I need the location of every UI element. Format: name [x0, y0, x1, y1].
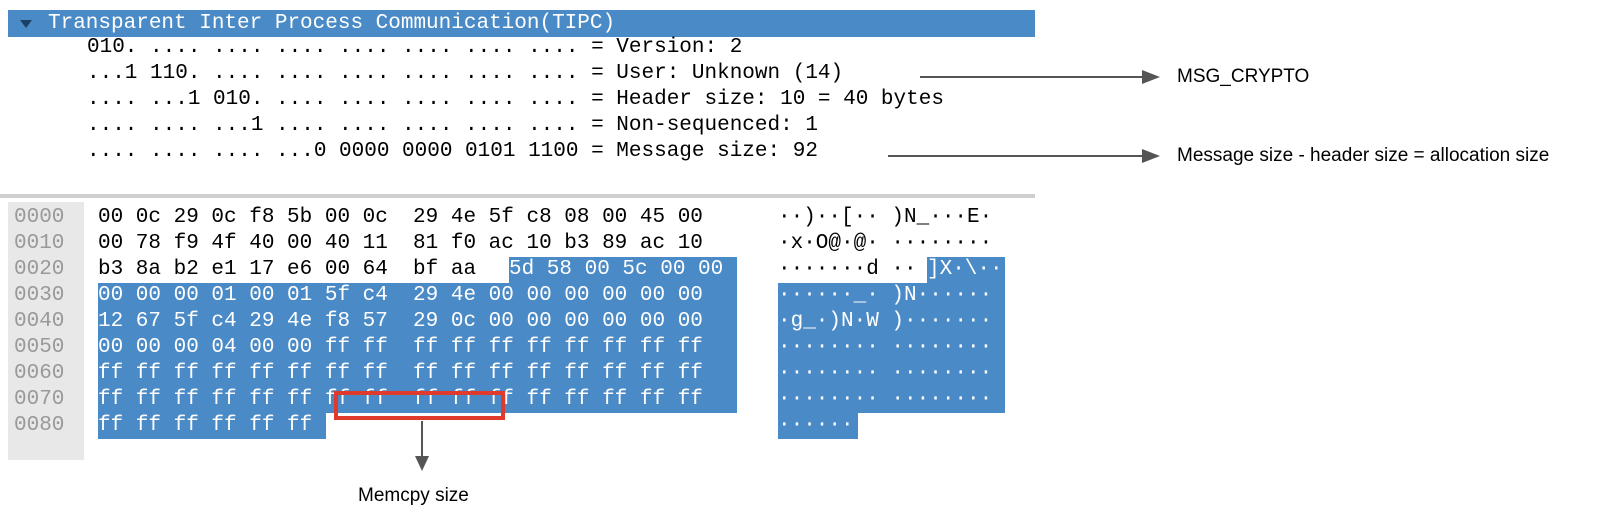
ascii-row-selected[interactable]: ········ ········ — [778, 387, 1005, 413]
ascii-row-selected[interactable]: ]X·\·· — [927, 257, 1005, 283]
user-arrow-line — [920, 76, 1144, 78]
offset-label: 0010 — [14, 232, 65, 255]
offset-label: 0000 — [14, 206, 65, 229]
field-header-size[interactable]: .... ...1 010. .... .... .... .... .... … — [87, 87, 944, 113]
annotation-msg-crypto: MSG_CRYPTO — [1177, 66, 1310, 87]
protocol-title: Transparent Inter Process Communication(… — [48, 12, 616, 35]
hex-row-selected[interactable]: ff ff ff ff ff ff — [98, 413, 326, 439]
message-size-arrow-head-icon — [1142, 149, 1160, 163]
ascii-row-selected[interactable]: ······ — [778, 413, 858, 439]
hex-row-selected[interactable]: 5d 58 00 5c 00 00 — [509, 257, 737, 283]
message-size-arrow-line — [888, 155, 1144, 157]
offset-label: 0030 — [14, 284, 65, 307]
offset-label: 0040 — [14, 310, 65, 333]
memcpy-arrow-line — [421, 421, 423, 459]
field-user[interactable]: ...1 110. .... .... .... .... .... .... … — [87, 61, 843, 87]
ascii-row-selected[interactable]: ········ ········ — [778, 335, 1005, 361]
field-message-size[interactable]: .... .... .... ...0 0000 0000 0101 1100 … — [87, 139, 818, 165]
hex-row-selected[interactable]: 00 00 00 04 00 00 ff ff ff ff ff ff ff f… — [98, 335, 737, 361]
user-arrow-head-icon — [1142, 70, 1160, 84]
ascii-row-selected[interactable]: ········ ········ — [778, 361, 1005, 387]
annotation-allocation-size: Message size - header size = allocation … — [1177, 145, 1550, 166]
protocol-tree-header[interactable]: Transparent Inter Process Communication(… — [8, 10, 1035, 37]
ascii-row-selected[interactable]: ······_· )N······ — [778, 283, 1005, 309]
offset-label: 0080 — [14, 414, 65, 437]
field-non-sequenced[interactable]: .... .... ...1 .... .... .... .... .... … — [87, 113, 818, 139]
ascii-row[interactable]: ·x·O@·@· ········ — [778, 231, 992, 257]
offset-label: 0050 — [14, 336, 65, 359]
ascii-row-selected[interactable]: ·g_·)N·W )······· — [778, 309, 1005, 335]
memcpy-highlight-box — [334, 391, 505, 420]
memcpy-arrow-head-icon — [415, 456, 429, 471]
field-version[interactable]: 010. .... .... .... .... .... .... .... … — [87, 35, 742, 61]
annotation-memcpy-size: Memcpy size — [358, 485, 469, 506]
hex-row[interactable]: 00 0c 29 0c f8 5b 00 0c 29 4e 5f c8 08 0… — [98, 205, 703, 231]
pane-divider[interactable] — [0, 194, 1035, 198]
ascii-row[interactable]: ·······d ·· — [778, 257, 917, 283]
offset-label: 0060 — [14, 362, 65, 385]
offset-label: 0070 — [14, 388, 65, 411]
ascii-row[interactable]: ··)··[·· )N_···E· — [778, 205, 992, 231]
hex-row-selected[interactable]: 12 67 5f c4 29 4e f8 57 29 0c 00 00 00 0… — [98, 309, 737, 335]
offset-label: 0020 — [14, 258, 65, 281]
hex-row[interactable]: 00 78 f9 4f 40 00 40 11 81 f0 ac 10 b3 8… — [98, 231, 703, 257]
hex-row-selected[interactable]: 00 00 00 01 00 01 5f c4 29 4e 00 00 00 0… — [98, 283, 737, 309]
hex-row-selected[interactable]: ff ff ff ff ff ff ff ff ff ff ff ff ff f… — [98, 361, 737, 387]
hex-row[interactable]: b3 8a b2 e1 17 e6 00 64 bf aa — [98, 257, 489, 283]
collapse-arrow-icon[interactable] — [20, 20, 32, 28]
